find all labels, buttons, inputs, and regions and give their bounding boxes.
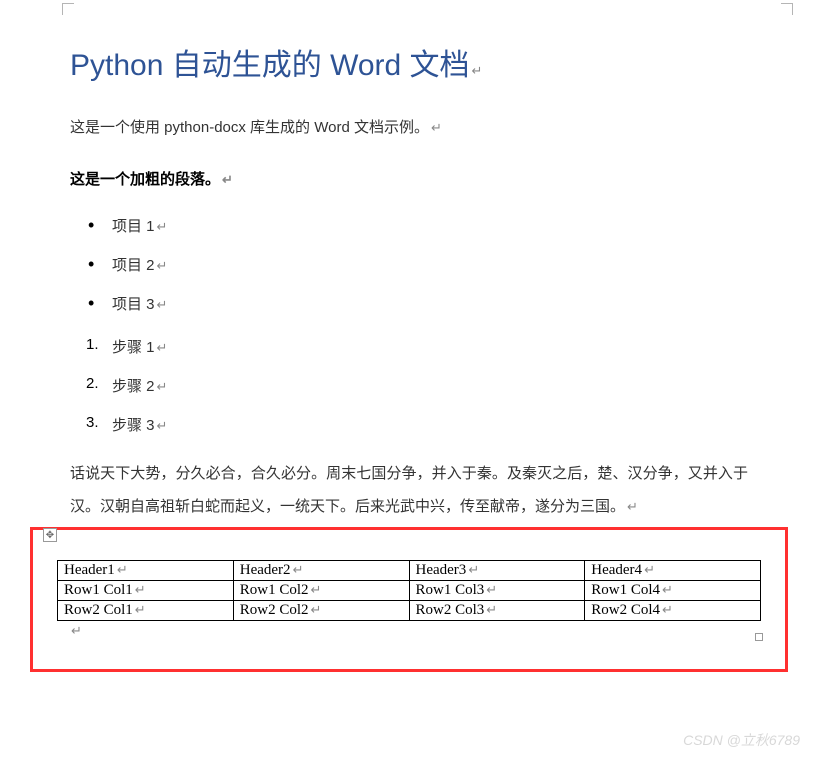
page-margin-corner-left bbox=[62, 3, 74, 15]
bullet-text: 项目 3 bbox=[112, 296, 155, 313]
paragraph-mark: ↵ bbox=[157, 258, 168, 273]
paragraph-mark: ↵ bbox=[157, 379, 168, 394]
numbered-list: 步骤 1↵ 步骤 2↵ 步骤 3↵ bbox=[84, 336, 748, 435]
cell-text: Header1 bbox=[64, 562, 115, 578]
table-cell[interactable]: Row2 Col4↵ bbox=[585, 601, 761, 621]
paragraph-mark: ↵ bbox=[486, 602, 497, 617]
paragraph-mark: ↵ bbox=[117, 562, 128, 577]
paragraph-mark: ↵ bbox=[468, 562, 479, 577]
list-item[interactable]: 项目 1↵ bbox=[84, 215, 748, 236]
paragraph-mark: ↵ bbox=[222, 172, 233, 187]
move-glyph: ✥ bbox=[46, 530, 54, 541]
table-cell[interactable]: Header3↵ bbox=[409, 561, 585, 581]
table-row: Header1↵ Header2↵ Header3↵ Header4↵ bbox=[58, 561, 761, 581]
paragraph-mark: ↵ bbox=[157, 418, 168, 433]
table-cell[interactable]: Row1 Col1↵ bbox=[58, 581, 234, 601]
paragraph-mark: ↵ bbox=[135, 582, 146, 597]
cell-text: Row2 Col2 bbox=[240, 602, 309, 618]
cell-text: Header3 bbox=[416, 562, 467, 578]
cell-text: Row2 Col1 bbox=[64, 602, 133, 618]
data-table[interactable]: Header1↵ Header2↵ Header3↵ Header4↵ Row1… bbox=[57, 560, 761, 621]
bullet-text: 项目 2 bbox=[112, 257, 155, 274]
document-title[interactable]: Python 自动生成的 Word 文档↵ bbox=[70, 40, 748, 84]
cell-text: Row2 Col4 bbox=[591, 602, 660, 618]
bold-paragraph[interactable]: 这是一个加粗的段落。↵ bbox=[70, 168, 748, 189]
paragraph-mark: ↵ bbox=[662, 602, 673, 617]
list-item[interactable]: 步骤 3↵ bbox=[84, 414, 748, 435]
bullet-list: 项目 1↵ 项目 2↵ 项目 3↵ bbox=[84, 215, 748, 314]
bullet-text: 项目 1 bbox=[112, 218, 155, 235]
cell-text: Row1 Col4 bbox=[591, 582, 660, 598]
paragraph-mark: ↵ bbox=[644, 562, 655, 577]
paragraph-mark: ↵ bbox=[293, 562, 304, 577]
page-margin-corner-right bbox=[781, 3, 793, 15]
table-move-handle-icon[interactable]: ✥ bbox=[43, 528, 57, 542]
intro-text: 这是一个使用 python-docx 库生成的 Word 文档示例。 bbox=[70, 119, 429, 136]
table-cell[interactable]: Row2 Col2↵ bbox=[233, 601, 409, 621]
table-cell[interactable]: Header2↵ bbox=[233, 561, 409, 581]
table-cell[interactable]: Row1 Col3↵ bbox=[409, 581, 585, 601]
step-text: 步骤 1 bbox=[112, 339, 155, 356]
list-item[interactable]: 步骤 2↵ bbox=[84, 375, 748, 396]
list-item[interactable]: 步骤 1↵ bbox=[84, 336, 748, 357]
table-cell[interactable]: Row1 Col4↵ bbox=[585, 581, 761, 601]
paragraph-mark: ↵ bbox=[157, 297, 168, 312]
cell-text: Row1 Col1 bbox=[64, 582, 133, 598]
cell-text: Row2 Col3 bbox=[416, 602, 485, 618]
document-content: Python 自动生成的 Word 文档↵ 这是一个使用 python-docx… bbox=[0, 0, 818, 692]
table-cell[interactable]: Row1 Col2↵ bbox=[233, 581, 409, 601]
paragraph-mark: ↵ bbox=[71, 623, 761, 639]
table-row: Row1 Col1↵ Row1 Col2↵ Row1 Col3↵ Row1 Co… bbox=[58, 581, 761, 601]
step-text: 步骤 2 bbox=[112, 378, 155, 395]
paragraph-mark: ↵ bbox=[431, 120, 442, 135]
paragraph-mark: ↵ bbox=[157, 219, 168, 234]
cell-text: Row1 Col2 bbox=[240, 582, 309, 598]
paragraph-mark: ↵ bbox=[627, 499, 638, 514]
paragraph-mark: ↵ bbox=[135, 602, 146, 617]
paragraph-mark: ↵ bbox=[311, 582, 322, 597]
table-resize-handle-icon[interactable] bbox=[755, 633, 763, 641]
paragraph-mark: ↵ bbox=[311, 602, 322, 617]
table-cell[interactable]: Row2 Col1↵ bbox=[58, 601, 234, 621]
long-paragraph[interactable]: 话说天下大势，分久必合，合久必分。周末七国分争，并入于秦。及秦灭之后，楚、汉分争… bbox=[70, 457, 748, 523]
long-text: 话说天下大势，分久必合，合久必分。周末七国分争，并入于秦。及秦灭之后，楚、汉分争… bbox=[70, 465, 748, 515]
title-text: Python 自动生成的 Word 文档 bbox=[70, 49, 470, 82]
list-item[interactable]: 项目 2↵ bbox=[84, 254, 748, 275]
paragraph-mark: ↵ bbox=[472, 63, 483, 78]
list-item[interactable]: 项目 3↵ bbox=[84, 293, 748, 314]
cell-text: Row1 Col3 bbox=[416, 582, 485, 598]
bold-text: 这是一个加粗的段落。 bbox=[70, 171, 220, 188]
paragraph-mark: ↵ bbox=[662, 582, 673, 597]
paragraph-mark: ↵ bbox=[157, 340, 168, 355]
table-row: Row2 Col1↵ Row2 Col2↵ Row2 Col3↵ Row2 Co… bbox=[58, 601, 761, 621]
step-text: 步骤 3 bbox=[112, 417, 155, 434]
cell-text: Header4 bbox=[591, 562, 642, 578]
intro-paragraph[interactable]: 这是一个使用 python-docx 库生成的 Word 文档示例。↵ bbox=[70, 116, 748, 140]
cell-text: Header2 bbox=[240, 562, 291, 578]
table-cell[interactable]: Row2 Col3↵ bbox=[409, 601, 585, 621]
paragraph-mark: ↵ bbox=[486, 582, 497, 597]
table-cell[interactable]: Header1↵ bbox=[58, 561, 234, 581]
table-cell[interactable]: Header4↵ bbox=[585, 561, 761, 581]
watermark-text: CSDN @立秋6789 bbox=[683, 730, 800, 750]
table-highlight-box: ✥ Header1↵ Header2↵ Header3↵ Header4↵ Ro… bbox=[30, 527, 788, 672]
